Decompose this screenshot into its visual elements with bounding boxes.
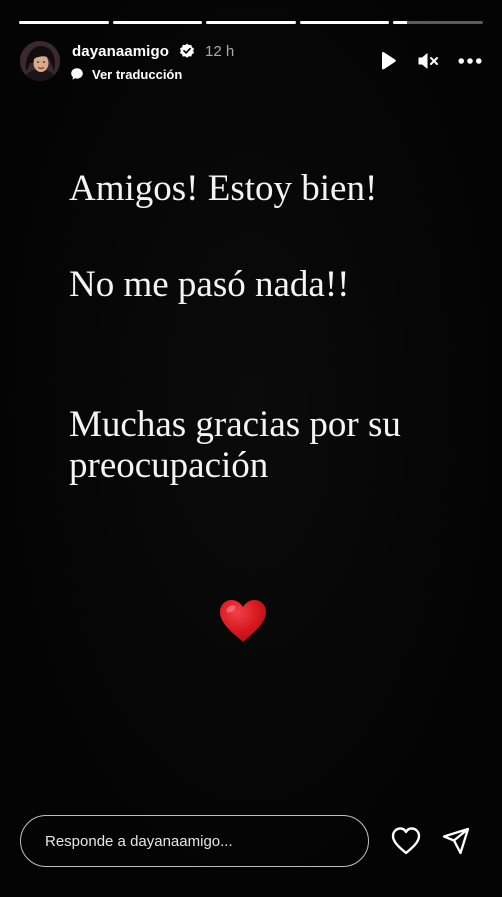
progress-fill — [206, 21, 296, 24]
story-controls — [376, 50, 482, 72]
progress-fill — [112, 21, 203, 24]
avatar[interactable] — [20, 41, 60, 81]
story-text-line: Amigos! Estoy bien! — [69, 168, 378, 209]
translate-button[interactable]: Ver traducción — [70, 65, 182, 83]
muted-speaker-icon[interactable] — [416, 49, 440, 73]
story-header: dayanaamigo 12 h Ver traducción — [20, 40, 482, 84]
progress-fill — [299, 21, 390, 24]
more-options-icon[interactable] — [458, 49, 482, 73]
progress-segment — [206, 21, 296, 24]
progress-segment — [299, 21, 390, 24]
progress-segment — [112, 21, 203, 24]
verified-badge-icon — [179, 43, 195, 59]
story-timestamp: 12 h — [205, 43, 235, 60]
story-text-line: No me pasó nada!! — [69, 264, 350, 305]
progress-fill — [393, 21, 407, 24]
heart-outline-icon[interactable] — [390, 826, 422, 856]
progress-segment — [19, 21, 109, 24]
translate-label: Ver traducción — [92, 66, 183, 82]
progress-fill — [19, 21, 109, 24]
play-icon[interactable] — [376, 49, 400, 73]
progress-segment — [393, 21, 483, 24]
username[interactable]: dayanaamigo — [72, 43, 169, 60]
red-heart-emoji — [218, 598, 268, 644]
translate-bubble-icon — [70, 67, 84, 81]
story-text-line: Muchas gracias por su preocupación — [69, 404, 401, 486]
paper-plane-icon[interactable] — [441, 826, 471, 856]
story-progress-bar — [19, 21, 483, 24]
reply-field[interactable] — [20, 815, 369, 867]
reply-input[interactable] — [21, 816, 368, 866]
